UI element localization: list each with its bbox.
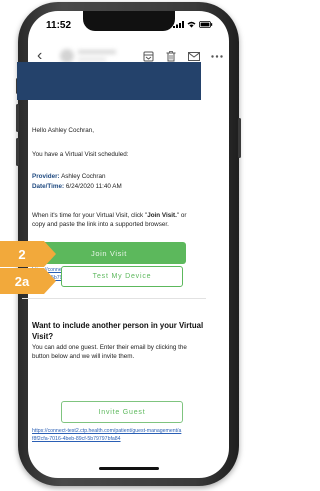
visit-intro-text: You have a Virtual Visit scheduled: [32,151,129,158]
invite-heading: Want to include another person in your V… [32,321,204,341]
status-icons [173,21,213,28]
mail-icon[interactable] [188,50,200,62]
more-icon[interactable] [211,50,223,62]
home-indicator [99,467,159,470]
datetime-line: Date/Time: 6/24/2020 11:40 AM [32,182,122,191]
email-header-banner [17,62,201,100]
greeting-text: Hello Ashley Cochran, [32,127,94,134]
invite-guest-link[interactable]: https://connect-test2.ctp.health.com/pat… [32,428,182,443]
annotation-badge-2: 2 [0,241,44,267]
instructions-join-bold: Join Visit. [147,212,177,219]
notch [83,11,175,31]
status-bar: 11:52 [28,11,229,41]
datetime-value: 6/24/2020 11:40 AM [65,183,122,190]
signal-icon [173,21,184,28]
section-divider [22,298,206,299]
annotation-arrow-2a [44,268,56,294]
annotation-arrow-2 [44,241,56,267]
battery-icon [199,21,213,28]
status-time: 11:52 [46,20,72,31]
wifi-icon [187,21,196,28]
test-my-device-button[interactable]: Test My Device [61,266,183,287]
phone-volume-up [16,104,19,132]
invite-guest-button[interactable]: Invite Guest [61,401,183,423]
phone-power-button [238,118,241,158]
provider-value: Ashley Cochran [61,173,106,180]
datetime-label: Date/Time: [32,183,65,190]
phone-volume-down [16,138,19,166]
provider-label: Provider: [32,173,60,180]
instructions-text: When it's time for your Virtual Visit, c… [32,211,200,229]
archive-icon[interactable] [142,50,154,62]
invite-description: You can add one guest. Enter their email… [32,344,187,360]
toolbar-actions [142,50,223,62]
provider-line: Provider: Ashley Cochran [32,172,106,181]
instructions-part-1: When it's time for your Virtual Visit, c… [32,212,148,219]
trash-icon[interactable] [165,50,177,62]
annotation-badge-2a: 2a [0,268,44,294]
